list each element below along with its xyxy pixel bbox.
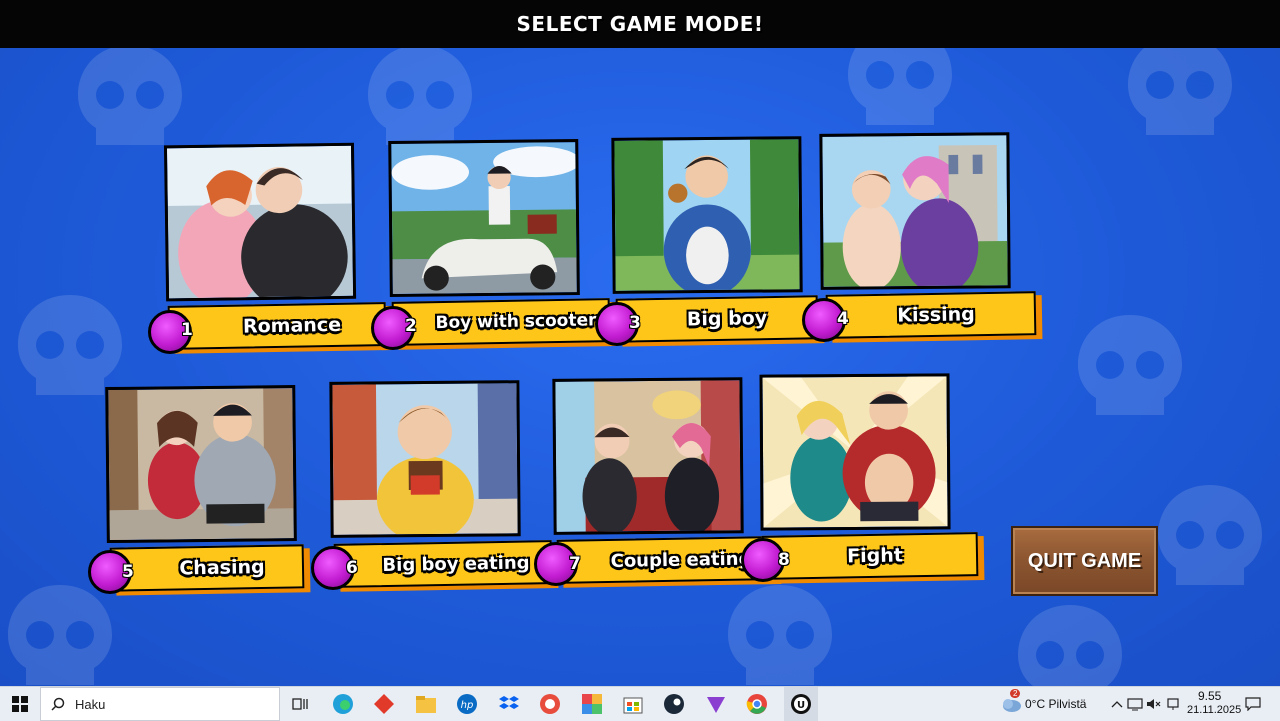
taskbar-search-input[interactable]: Haku (40, 687, 280, 721)
display-icon[interactable] (1160, 691, 1186, 717)
dropbox-icon[interactable] (496, 691, 522, 717)
mode-number: 2 (405, 316, 417, 336)
mode-image-couple-eating (552, 377, 744, 535)
mode-number: 5 (122, 562, 134, 582)
mode-number: 1 (181, 320, 193, 340)
mode-image-chasing (105, 385, 297, 544)
skull-pattern-icon (368, 45, 472, 145)
mode-label: Romance (242, 313, 342, 338)
mode-banner-big-boy[interactable]: Big boy (615, 295, 819, 343)
app-purple-icon[interactable] (703, 691, 729, 717)
clock-time[interactable]: 9.55 (1198, 689, 1221, 703)
mode-card-fight[interactable] (759, 373, 960, 531)
skull-pattern-icon (18, 295, 122, 395)
mode-image-kissing (819, 132, 1011, 290)
skull-pattern-icon (728, 585, 832, 685)
mode-number: 3 (629, 313, 641, 333)
header-bar: SELECT GAME MODE! (0, 0, 1280, 48)
mode-banner-romance[interactable]: Romance (167, 302, 387, 350)
svg-text:hp: hp (461, 700, 474, 711)
mode-card-kissing[interactable] (819, 132, 1020, 290)
mode-banner-big-boy-eating[interactable]: Big boy eating (333, 540, 553, 588)
mode-card-romance[interactable] (163, 142, 366, 302)
mode-image-romance (163, 142, 357, 302)
mode-number: 7 (569, 554, 581, 574)
mode-image-big-boy-eating (329, 380, 521, 538)
weather-text[interactable]: 0°C Pilvistä (1025, 697, 1086, 711)
mode-label: Big boy (686, 307, 768, 331)
skull-pattern-icon (1018, 605, 1122, 686)
task-view-icon[interactable] (288, 691, 314, 717)
unreal-engine-icon[interactable]: U (784, 687, 818, 721)
quit-game-button[interactable]: QUIT GAME (1011, 526, 1158, 596)
mode-label: Couple eating (610, 548, 752, 572)
file-explorer-icon[interactable] (413, 691, 439, 717)
mode-label: Kissing (897, 303, 975, 327)
mode-label: Chasing (179, 555, 265, 580)
mode-image-fight (759, 373, 951, 531)
mode-banner-fight[interactable]: Fight (761, 532, 979, 580)
mode-card-big-boy-eating[interactable] (329, 380, 530, 538)
mode-card-chasing[interactable] (105, 385, 307, 544)
hp-icon[interactable]: hp (454, 691, 480, 717)
store-icon[interactable] (620, 691, 646, 717)
mode-label: Boy with scooter (435, 310, 597, 334)
mode-number: 4 (837, 309, 849, 329)
quit-game-label: QUIT GAME (1027, 549, 1142, 572)
mode-label: Big boy eating (382, 551, 530, 576)
page-title: SELECT GAME MODE! (516, 12, 764, 36)
mode-banner-chasing[interactable]: Chasing (109, 544, 305, 592)
skull-pattern-icon (1078, 315, 1182, 415)
notifications-icon[interactable] (1240, 691, 1266, 717)
windows-taskbar: Haku hp U 2 0°C Pilvistä 9.55 21.11.2025 (0, 686, 1280, 721)
windows-start-icon[interactable] (0, 687, 40, 721)
mode-banner-boy-with-scooter[interactable]: Boy with scooter (391, 298, 611, 346)
mode-image-boy-with-scooter (388, 139, 580, 298)
app-colorful-icon[interactable] (579, 691, 605, 717)
mode-card-boy-with-scooter[interactable] (388, 139, 590, 298)
skull-pattern-icon (78, 45, 182, 145)
mode-number: 8 (778, 550, 790, 570)
svg-text:U: U (797, 700, 805, 711)
search-placeholder: Haku (75, 696, 106, 712)
clock-date[interactable]: 21.11.2025 (1187, 704, 1241, 716)
mode-number: 6 (346, 558, 358, 578)
mode-label: Fight (846, 544, 904, 568)
mode-card-couple-eating[interactable] (552, 377, 753, 535)
mode-banner-kissing[interactable]: Kissing (825, 291, 1037, 339)
skull-pattern-icon (1158, 485, 1262, 585)
skull-pattern-icon (8, 585, 112, 685)
edge-icon[interactable] (330, 691, 356, 717)
mode-card-big-boy[interactable] (611, 136, 812, 294)
app-orange-icon[interactable] (537, 691, 563, 717)
steam-icon[interactable] (661, 691, 687, 717)
app-red-icon[interactable] (371, 691, 397, 717)
mode-image-big-boy (611, 136, 803, 294)
chrome-icon[interactable] (744, 691, 770, 717)
search-icon (51, 697, 65, 711)
